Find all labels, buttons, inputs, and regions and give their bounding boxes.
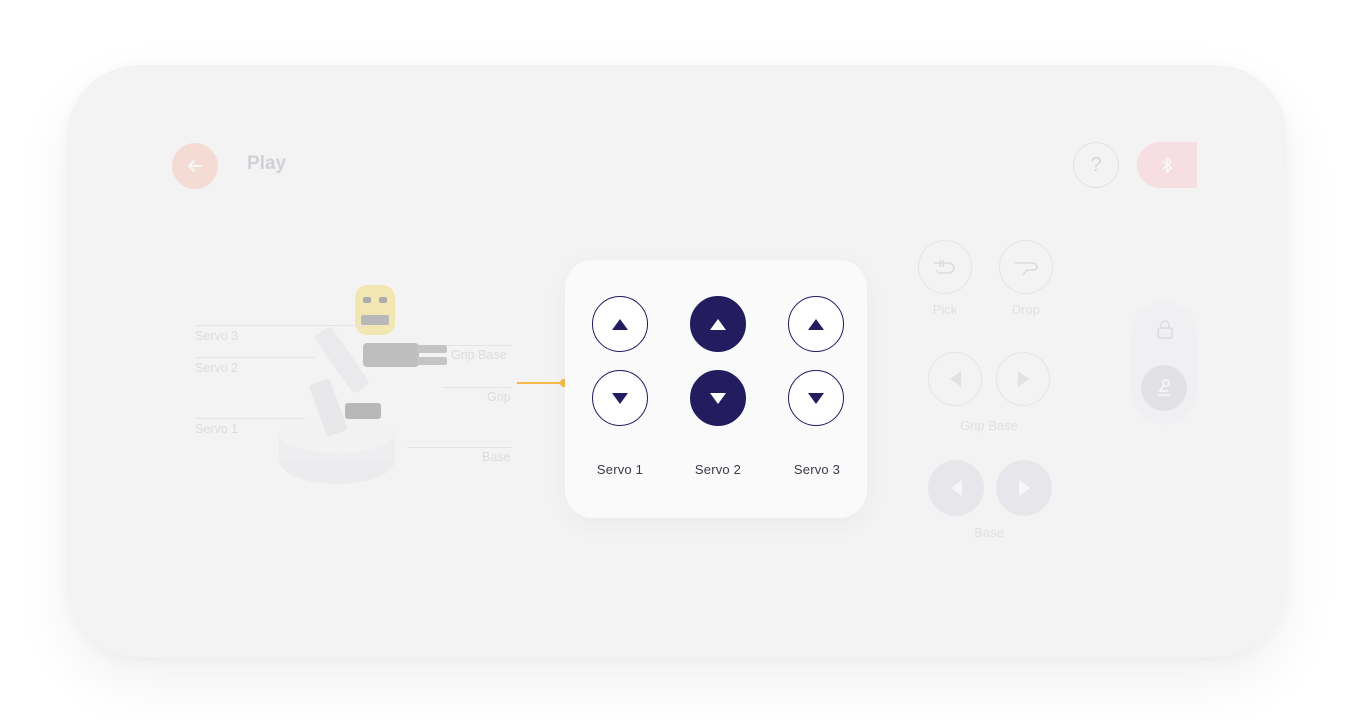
back-button[interactable] [172, 143, 218, 189]
bluetooth-button[interactable] [1137, 142, 1197, 188]
base-line [407, 447, 512, 448]
grip-base-label: Grip Base [451, 348, 507, 362]
servo1-line [195, 418, 305, 419]
base-left-button[interactable] [928, 460, 984, 516]
help-button[interactable]: ? [1073, 142, 1119, 188]
triangle-right-icon [1018, 480, 1030, 496]
triangle-up-icon [808, 318, 824, 330]
pick-button[interactable] [918, 240, 972, 294]
servo3-label: Servo 3 [793, 462, 841, 477]
base-right-button[interactable] [996, 460, 1052, 516]
servo2-label: Servo 2 [694, 462, 742, 477]
grip-label: Grip [487, 390, 511, 404]
robot-mode-button[interactable] [1141, 365, 1187, 411]
triangle-down-icon [612, 392, 628, 404]
hand-grab-icon [934, 260, 955, 274]
servo3-line [195, 325, 365, 326]
servo2-label: Servo 2 [195, 361, 239, 375]
triangle-down-icon [808, 392, 824, 404]
servo2-line [195, 357, 315, 358]
servo3-label: Servo 3 [195, 329, 239, 343]
robot-arm-icon [1158, 379, 1170, 396]
grip-base-control-label: Grip Base [960, 418, 1018, 433]
base-label: Base [482, 450, 511, 464]
servo1-down-button[interactable] [592, 370, 648, 426]
arrow-left-icon [188, 160, 202, 172]
triangle-left-icon [950, 480, 962, 496]
page-title: Play [247, 153, 287, 174]
triangle-right-icon [1017, 371, 1029, 387]
servo1-label: Servo 1 [596, 462, 644, 477]
servo3-up-button[interactable] [788, 296, 844, 352]
base-control-label: Base [974, 525, 1004, 540]
lock-icon[interactable] [1156, 320, 1174, 345]
triangle-left-icon [949, 371, 961, 387]
callout-connector-line [517, 382, 563, 384]
hand-release-icon [1015, 262, 1038, 276]
grip-base-line [447, 345, 512, 346]
drop-button[interactable] [999, 240, 1053, 294]
servo1-up-button[interactable] [592, 296, 648, 352]
drop-label: Drop [1011, 302, 1041, 317]
servo2-down-button[interactable] [690, 370, 746, 426]
triangle-up-icon [612, 318, 628, 330]
triangle-down-icon [710, 392, 726, 404]
bluetooth-icon [1162, 157, 1172, 173]
grip-line [442, 387, 512, 388]
pick-label: Pick [932, 302, 958, 317]
grip-base-right-button[interactable] [996, 352, 1050, 406]
servo2-up-button[interactable] [690, 296, 746, 352]
servo1-label: Servo 1 [195, 422, 239, 436]
servo3-down-button[interactable] [788, 370, 844, 426]
grip-base-left-button[interactable] [928, 352, 982, 406]
triangle-up-icon [710, 318, 726, 330]
